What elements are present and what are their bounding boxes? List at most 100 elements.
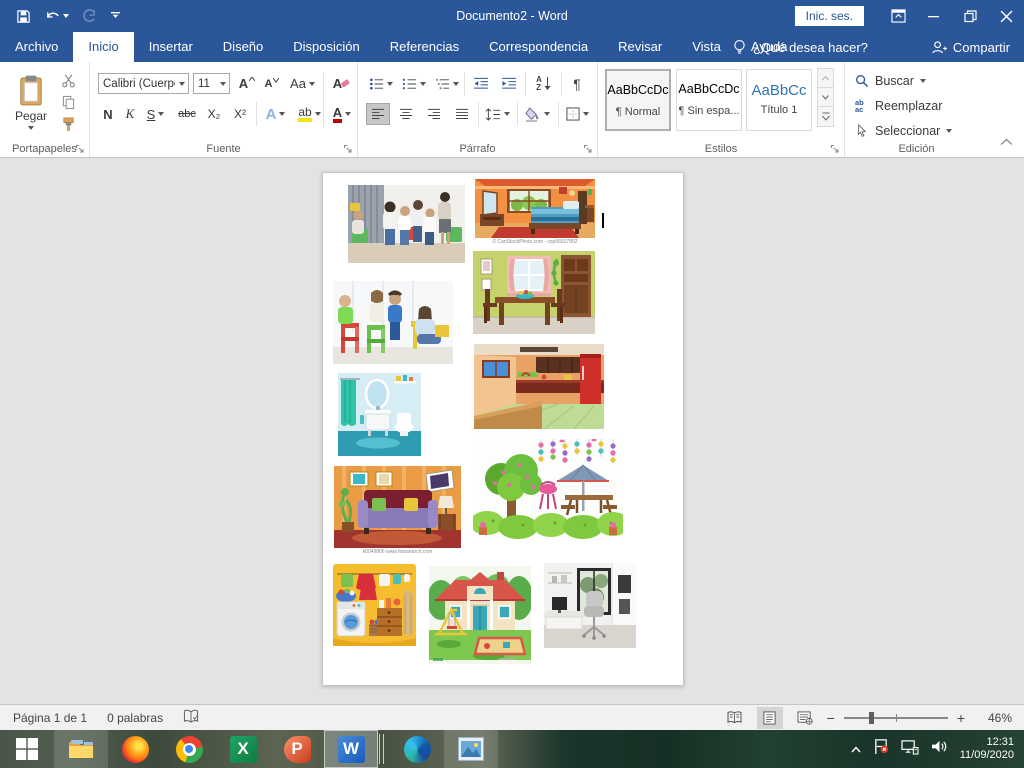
clear-formatting-button[interactable]: A: [328, 73, 355, 94]
read-mode-button[interactable]: [722, 707, 748, 729]
tab-disposicion[interactable]: Disposición: [278, 32, 374, 62]
cut-icon[interactable]: [56, 71, 80, 90]
italic-button[interactable]: K: [120, 103, 140, 125]
shrink-font-button[interactable]: A: [261, 73, 283, 94]
restore-button[interactable]: [952, 0, 988, 32]
image-dining-room[interactable]: [473, 251, 595, 334]
image-house-exterior[interactable]: [429, 566, 531, 664]
style-normal[interactable]: AaBbCcDc ¶ Normal: [605, 69, 671, 131]
page-count[interactable]: Página 1 de 1: [13, 711, 87, 725]
word-taskbar-icon[interactable]: W: [324, 730, 378, 768]
borders-button[interactable]: [562, 103, 593, 125]
sort-button[interactable]: A Z: [529, 73, 558, 94]
bullets-button[interactable]: [366, 73, 395, 94]
start-button[interactable]: [0, 730, 54, 768]
tab-insertar[interactable]: Insertar: [134, 32, 208, 62]
file-explorer-taskbar-icon[interactable]: [54, 730, 108, 768]
numbering-button[interactable]: [399, 73, 428, 94]
styles-scroll-up[interactable]: [817, 68, 834, 88]
shading-button[interactable]: [521, 103, 554, 125]
font-color-button[interactable]: A: [329, 103, 355, 125]
bold-button[interactable]: N: [98, 103, 118, 125]
styles-gallery-more[interactable]: [817, 106, 834, 127]
tab-diseno[interactable]: Diseño: [208, 32, 278, 62]
image-children-classroom[interactable]: [348, 185, 465, 263]
underline-button[interactable]: S: [142, 103, 169, 125]
multilevel-list-button[interactable]: [432, 73, 461, 94]
edge-taskbar-icon[interactable]: [390, 730, 444, 768]
zoom-slider-thumb[interactable]: [869, 712, 874, 724]
zoom-level[interactable]: 46%: [974, 711, 1012, 725]
share-button[interactable]: Compartir: [931, 32, 1010, 62]
paste-button[interactable]: Pegar: [10, 68, 52, 136]
decrease-indent-button[interactable]: [468, 73, 493, 94]
image-home-office[interactable]: [544, 563, 636, 648]
show-marks-button[interactable]: ¶: [565, 73, 589, 94]
format-painter-icon[interactable]: [56, 115, 80, 134]
tell-me-box[interactable]: ¿Qué desea hacer?: [733, 32, 868, 62]
grow-font-button[interactable]: A: [235, 73, 259, 94]
proofing-icon[interactable]: [183, 709, 199, 727]
select-button[interactable]: Seleccionar: [855, 122, 952, 140]
align-right-button[interactable]: [422, 103, 446, 125]
image-children-chairs[interactable]: [333, 281, 453, 364]
align-left-button[interactable]: [366, 103, 390, 125]
image-living-room[interactable]: k0049806 www.fotosearch.com: [334, 466, 461, 556]
text-effects-button[interactable]: A: [261, 103, 290, 125]
network-icon[interactable]: [901, 739, 919, 760]
image-bathroom[interactable]: [338, 373, 421, 456]
document-page[interactable]: © CanStockPhoto.com - csp56537802: [322, 172, 684, 686]
tab-correspondencia[interactable]: Correspondencia: [474, 32, 603, 62]
customize-qat-icon[interactable]: [110, 6, 121, 26]
taskbar-clock[interactable]: 12:31 11/09/2020: [960, 736, 1014, 763]
tab-archivo[interactable]: Archivo: [0, 32, 73, 62]
document-area[interactable]: © CanStockPhoto.com - csp56537802: [0, 158, 1024, 704]
tab-inicio[interactable]: Inicio: [73, 32, 133, 62]
style-heading1[interactable]: AaBbCc Título 1: [746, 69, 812, 131]
tab-referencias[interactable]: Referencias: [375, 32, 474, 62]
chrome-taskbar-icon[interactable]: [162, 730, 216, 768]
photos-taskbar-icon[interactable]: [444, 730, 498, 768]
security-flag-icon[interactable]: [873, 738, 889, 760]
volume-icon[interactable]: [931, 739, 948, 759]
line-spacing-button[interactable]: [482, 103, 513, 125]
undo-icon[interactable]: [44, 6, 69, 26]
word-count[interactable]: 0 palabras: [107, 711, 163, 725]
superscript-button[interactable]: X²: [228, 103, 252, 125]
change-case-button[interactable]: Aa: [287, 73, 318, 94]
hidden-icons-chevron[interactable]: [851, 740, 861, 758]
align-center-button[interactable]: [394, 103, 418, 125]
replace-button[interactable]: ab ac Reemplazar: [855, 97, 942, 115]
excel-taskbar-icon[interactable]: X: [216, 730, 270, 768]
paragraph-dialog-launcher[interactable]: [583, 142, 594, 153]
increase-indent-button[interactable]: [496, 73, 521, 94]
strikethrough-button[interactable]: abc: [174, 103, 200, 125]
ribbon-display-options-icon[interactable]: [880, 0, 916, 32]
font-dialog-launcher[interactable]: [343, 142, 354, 153]
minimize-button[interactable]: [916, 0, 952, 32]
font-family-combobox[interactable]: Calibri (Cuerpo: [98, 73, 189, 94]
subscript-button[interactable]: X₂: [202, 103, 226, 125]
copy-icon[interactable]: [56, 93, 80, 112]
justify-button[interactable]: [450, 103, 474, 125]
collapse-ribbon-icon[interactable]: [1000, 133, 1013, 151]
sign-in-button[interactable]: Inic. ses.: [795, 6, 864, 26]
font-size-combobox[interactable]: 11: [193, 73, 230, 94]
style-no-spacing[interactable]: AaBbCcDc ¶ Sin espa...: [676, 69, 742, 131]
firefox-taskbar-icon[interactable]: [108, 730, 162, 768]
powerpoint-taskbar-icon[interactable]: P: [270, 730, 324, 768]
image-laundry-room[interactable]: [333, 564, 416, 646]
tab-revisar[interactable]: Revisar: [603, 32, 677, 62]
zoom-slider[interactable]: [844, 717, 948, 719]
image-kitchen[interactable]: [474, 344, 604, 429]
redo-icon[interactable]: [82, 6, 97, 26]
zoom-out-button[interactable]: −: [827, 710, 835, 726]
tab-vista[interactable]: Vista: [677, 32, 736, 62]
web-layout-button[interactable]: [792, 707, 818, 729]
image-garden[interactable]: [473, 439, 623, 541]
zoom-in-button[interactable]: +: [957, 710, 965, 726]
clipboard-dialog-launcher[interactable]: [75, 142, 86, 153]
print-layout-button[interactable]: [757, 707, 783, 729]
close-button[interactable]: [988, 0, 1024, 32]
find-button[interactable]: Buscar: [855, 72, 926, 90]
